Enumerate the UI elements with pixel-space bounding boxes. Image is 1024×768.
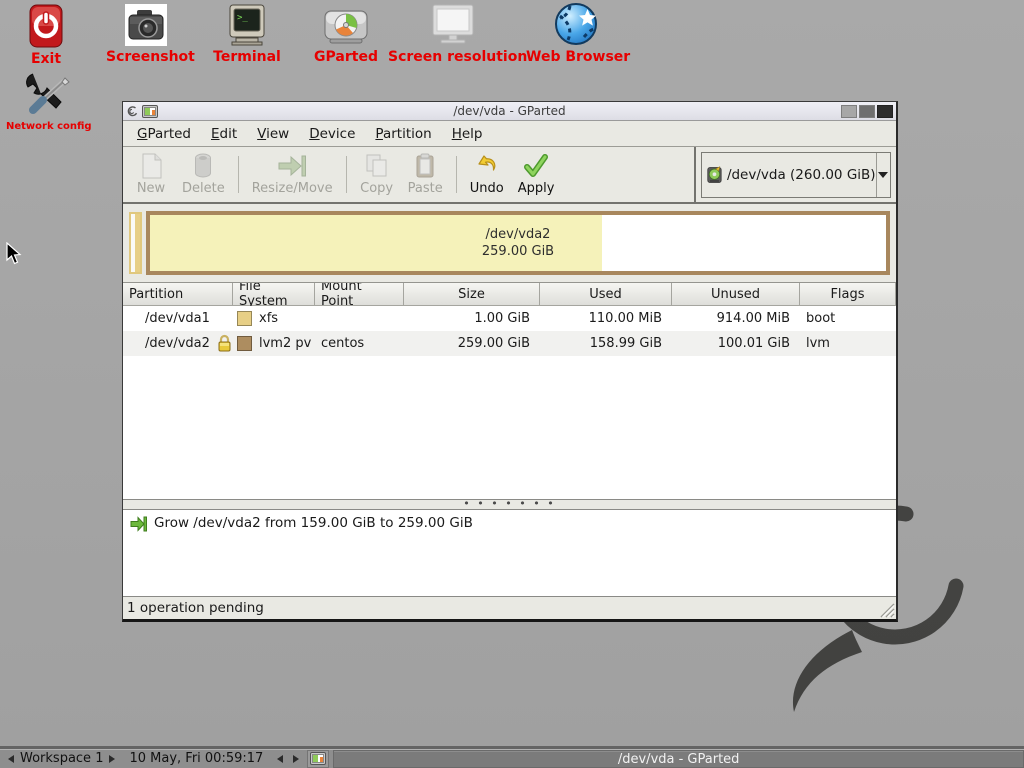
statusbar: 1 operation pending — [123, 597, 896, 619]
column-header-size: Size — [404, 283, 540, 306]
filesystem-color-swatch — [237, 336, 252, 351]
toolbar-separator — [238, 156, 239, 193]
device-selector-value: /dev/vda (260.00 GiB) — [727, 167, 876, 183]
menu-help[interactable]: Help — [442, 123, 493, 145]
table-row-vda2[interactable]: /dev/vda2 lvm2 pv centos 259.00 GiB 158.… — [123, 331, 896, 356]
operation-description: Grow /dev/vda2 from 159.00 GiB to 259.00… — [154, 515, 473, 531]
mouse-cursor — [6, 242, 22, 266]
menu-gparted[interactable]: GParted — [127, 123, 201, 145]
gparted-app-icon — [310, 752, 326, 765]
splitter-dots: • • • • • • • — [463, 501, 555, 506]
desktop-icon-network-config[interactable]: Network config — [6, 70, 90, 132]
column-header-mountpoint: Mount Point — [315, 283, 404, 306]
svg-text:>_: >_ — [237, 13, 248, 23]
toolbar: New Delete Resize/Move Copy — [123, 147, 896, 204]
undo-icon — [475, 153, 499, 179]
window-title: /dev/vda - GParted — [123, 104, 896, 118]
power-icon — [29, 4, 63, 48]
desktop-icon-label: GParted — [312, 49, 380, 65]
previous-window-arrow-icon[interactable] — [277, 755, 283, 763]
menubar: GParted Edit View Device Partition Help — [123, 121, 896, 147]
resize-grip[interactable] — [878, 601, 895, 618]
new-partition-icon — [140, 153, 163, 179]
monitor-icon — [430, 4, 476, 46]
desktop-icon-label: Network config — [6, 121, 90, 132]
gparted-window: /dev/vda - GParted GParted Edit View Dev… — [122, 101, 898, 622]
desktop-icon-label: Screen resolution — [388, 49, 518, 65]
taskbar-window-title: /dev/vda - GParted — [618, 752, 740, 767]
apply-button[interactable]: Apply — [511, 150, 562, 199]
column-header-partition: Partition — [123, 283, 233, 306]
taskbar-window-button[interactable]: /dev/vda - GParted — [333, 750, 1024, 768]
column-header-unused: Unused — [672, 283, 800, 306]
partition-visual-label: /dev/vda2 259.00 GiB — [150, 215, 886, 271]
menu-edit[interactable]: Edit — [201, 123, 247, 145]
pane-splitter-handle[interactable]: • • • • • • • — [123, 500, 896, 509]
menu-view[interactable]: View — [247, 123, 299, 145]
pending-operations-pane: Grow /dev/vda2 from 159.00 GiB to 259.00… — [123, 509, 896, 597]
close-button[interactable] — [877, 105, 893, 118]
globe-icon — [554, 2, 598, 46]
copy-button[interactable]: Copy — [353, 150, 401, 199]
device-selector-zone: /dev/vda (260.00 GiB) — [694, 147, 896, 202]
clock: 10 May, Fri 00:59:17 — [129, 751, 263, 766]
delete-button[interactable]: Delete — [175, 150, 232, 199]
delete-partition-icon — [193, 153, 213, 179]
menu-device[interactable]: Device — [299, 123, 365, 145]
partition-visual-vda1[interactable] — [129, 212, 142, 274]
window-titlebar[interactable]: /dev/vda - GParted — [123, 102, 896, 121]
resize-move-button[interactable]: Resize/Move — [245, 150, 340, 199]
harddisk-icon — [707, 163, 722, 187]
filesystem-color-swatch — [237, 311, 252, 326]
toolbar-separator — [346, 156, 347, 193]
apply-icon — [523, 153, 549, 179]
maximize-button[interactable] — [859, 105, 875, 118]
resize-move-icon — [277, 153, 307, 179]
column-header-filesystem: File System — [233, 283, 315, 306]
table-header-row: Partition File System Mount Point Size U… — [123, 283, 896, 306]
disk-visual-pane: /dev/vda2 259.00 GiB — [123, 204, 896, 283]
desktop-icon-screen-resolution[interactable]: Screen resolution — [388, 4, 518, 65]
column-header-flags: Flags — [800, 283, 896, 306]
desktop-icon-screenshot[interactable]: Screenshot — [106, 4, 186, 65]
device-selector-dropdown[interactable] — [876, 153, 890, 197]
paste-button[interactable]: Paste — [401, 150, 450, 199]
copy-icon — [365, 153, 389, 179]
gparted-disk-icon — [324, 8, 368, 46]
camera-icon — [125, 4, 167, 46]
tools-icon — [23, 70, 73, 118]
terminal-icon: >_ — [228, 4, 266, 46]
desktop-icon-gparted[interactable]: GParted — [312, 8, 380, 65]
lock-icon — [217, 334, 232, 352]
previous-workspace-arrow-icon[interactable] — [8, 755, 14, 763]
toolbar-separator — [456, 156, 457, 193]
taskbar: Workspace 1 10 May, Fri 00:59:17 /dev/vd… — [0, 746, 1024, 768]
menu-partition[interactable]: Partition — [365, 123, 441, 145]
undo-button[interactable]: Undo — [463, 150, 511, 199]
paste-icon — [415, 153, 435, 179]
partition-table: Partition File System Mount Point Size U… — [123, 283, 896, 500]
next-window-arrow-icon[interactable] — [293, 755, 299, 763]
new-button[interactable]: New — [127, 150, 175, 199]
device-selector[interactable]: /dev/vda (260.00 GiB) — [701, 152, 891, 198]
table-row-vda1[interactable]: /dev/vda1 xfs 1.00 GiB 110.00 MiB 914.00… — [123, 306, 896, 331]
chevron-down-icon — [878, 172, 888, 183]
minimize-button[interactable] — [841, 105, 857, 118]
gparted-taskbar-icon-tile[interactable] — [307, 750, 329, 768]
workspace-label: Workspace 1 — [20, 751, 103, 766]
desktop-icon-terminal[interactable]: >_ Terminal — [212, 4, 282, 65]
partition-visual-vda2[interactable]: /dev/vda2 259.00 GiB — [146, 211, 890, 275]
column-header-used: Used — [540, 283, 672, 306]
statusbar-text: 1 operation pending — [127, 600, 264, 616]
desktop-icon-web-browser[interactable]: Web Browser — [526, 2, 626, 65]
desktop-icon-label: Web Browser — [526, 49, 626, 65]
desktop-icon-exit[interactable]: Exit — [18, 4, 74, 67]
desktop-icon-label: Terminal — [212, 49, 282, 65]
grow-operation-icon — [130, 516, 147, 532]
next-workspace-arrow-icon[interactable] — [109, 755, 115, 763]
desktop-icon-label: Screenshot — [106, 49, 186, 65]
desktop-icon-label: Exit — [18, 51, 74, 67]
